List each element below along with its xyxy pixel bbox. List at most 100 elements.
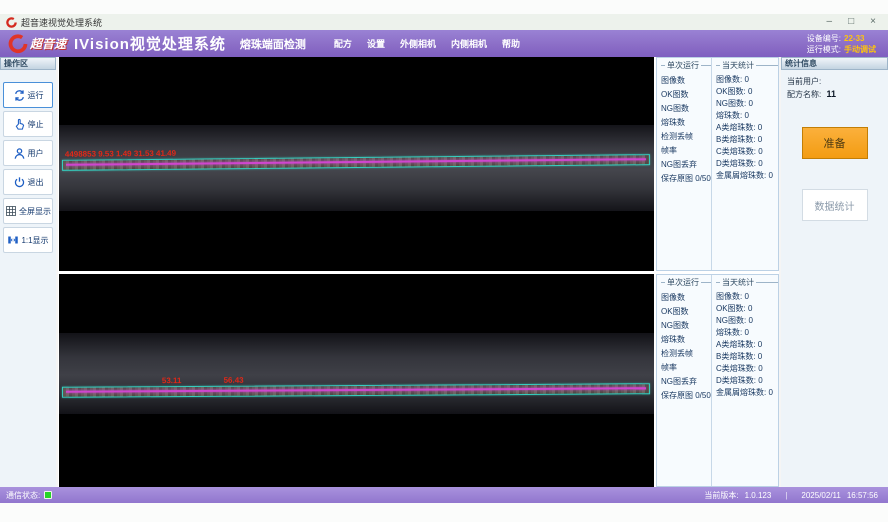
data-statistics-button[interactable]: 数据统计 <box>802 189 868 221</box>
today-header: 当天统计 <box>716 277 778 288</box>
operation-panel-title: 操作区 <box>0 57 56 70</box>
single-run-stats: 单次运行 图像数OK图数NG图数熔珠数检测丢帧帧率NG图丢弃保存原图 0/500 <box>657 58 711 270</box>
stat-row: D类熔珠数: 0 <box>716 158 778 170</box>
stat-row: 图像数: 0 <box>716 291 778 303</box>
stat-row: 熔珠数: 0 <box>716 327 778 339</box>
measurement-annotation: 53.11 <box>162 376 182 385</box>
statistics-column: 单次运行 图像数OK图数NG图数熔珠数检测丢帧帧率NG图丢弃保存原图 0/500… <box>656 57 779 487</box>
operation-buttons: 运行 停止 用户 <box>0 70 56 256</box>
device-no-value: 22-33 <box>844 34 864 43</box>
close-button[interactable]: × <box>870 15 876 29</box>
run-button[interactable]: 运行 <box>3 82 53 108</box>
hand-stop-icon <box>13 118 26 131</box>
fullscreen-grid-icon <box>5 205 17 217</box>
stat-row: 帧率 <box>661 144 711 158</box>
stat-row: OK图数: 0 <box>716 86 778 98</box>
stat-row: A类熔珠数: 0 <box>716 122 778 134</box>
one-to-one-button-label: 1:1显示 <box>21 235 48 246</box>
fullscreen-button[interactable]: 全屏显示 <box>3 198 53 224</box>
strip-centerline <box>66 159 646 167</box>
stat-row: 金属屑熔珠数: 0 <box>716 170 778 182</box>
status-separator: | <box>785 491 787 500</box>
stat-row: 熔珠数 <box>661 333 711 347</box>
stat-row: A类熔珠数: 0 <box>716 339 778 351</box>
comm-status-label: 通信状态: <box>6 490 40 501</box>
stat-row: 帧率 <box>661 361 711 375</box>
user-button-label: 用户 <box>28 148 44 159</box>
menu-item[interactable]: 帮助 <box>502 37 520 50</box>
stat-row: NG图数 <box>661 102 711 116</box>
app-header: 超音速 IVision视觉处理系统 熔珠端面检测 配方设置外侧相机内侧相机帮助 … <box>0 30 888 57</box>
run-mode-value: 手动调试 <box>844 45 876 54</box>
menu-item[interactable]: 配方 <box>334 37 352 50</box>
camera-viewports: 4498853 9.53 1.49 31.53 41.49 53.11 56.4… <box>58 57 656 487</box>
user-button[interactable]: 用户 <box>3 140 53 166</box>
menu-item[interactable]: 外侧相机 <box>400 37 436 50</box>
stat-row: NG图数: 0 <box>716 315 778 327</box>
inner-camera-view[interactable]: 53.11 56.43 <box>59 274 654 488</box>
info-rows: 当前用户: 配方名称: 11 <box>781 70 888 101</box>
run-button-label: 运行 <box>28 90 44 101</box>
stop-button-label: 停止 <box>28 119 44 130</box>
fullscreen-button-label: 全屏显示 <box>19 206 51 217</box>
maximize-button[interactable]: □ <box>848 15 854 29</box>
today-stats: 当天统计 图像数: 0OK图数: 0NG图数: 0熔珠数: 0A类熔珠数: 0B… <box>711 275 778 487</box>
single-run-header: 单次运行 <box>661 60 711 71</box>
stat-row: 图像数: 0 <box>716 74 778 86</box>
info-panel: 统计信息 当前用户: 配方名称: 11 准备 数据统计 <box>779 57 888 487</box>
strip-centerline <box>66 387 646 393</box>
status-time: 16:57:56 <box>847 491 878 500</box>
run-mode-row: 运行模式:手动调试 <box>807 44 876 55</box>
stat-row: OK图数 <box>661 88 711 102</box>
minimize-button[interactable]: – <box>827 15 833 29</box>
os-titlebar: 超音速视觉处理系统 – □ × <box>0 14 888 30</box>
prepare-button[interactable]: 准备 <box>802 127 868 159</box>
stop-button[interactable]: 停止 <box>3 111 53 137</box>
menu-item[interactable]: 内侧相机 <box>451 37 487 50</box>
stat-row: NG图丢弃 <box>661 158 711 172</box>
menu-item[interactable]: 设置 <box>367 37 385 50</box>
stat-row: 金属屑熔珠数: 0 <box>716 387 778 399</box>
recipe-name-value: 11 <box>826 89 836 99</box>
stat-row: 图像数 <box>661 74 711 88</box>
stat-row: OK图数 <box>661 305 711 319</box>
stat-row: 检测丢帧 <box>661 347 711 361</box>
brand-logo-icon <box>8 34 28 54</box>
run-cycle-icon <box>13 89 26 102</box>
stat-row: NG图数: 0 <box>716 98 778 110</box>
stat-row: 熔珠数 <box>661 116 711 130</box>
today-stats: 当天统计 图像数: 0OK图数: 0NG图数: 0熔珠数: 0A类熔珠数: 0B… <box>711 58 778 270</box>
one-to-one-icon <box>7 234 19 246</box>
exit-button[interactable]: 退出 <box>3 169 53 195</box>
app-title: IVision视觉处理系统 <box>74 33 226 54</box>
stat-row: C类熔珠数: 0 <box>716 363 778 375</box>
app-logo-icon <box>6 17 17 28</box>
power-icon <box>13 176 26 189</box>
single-run-header: 单次运行 <box>661 277 711 288</box>
outer-camera-view[interactable]: 4498853 9.53 1.49 31.53 41.49 <box>59 57 654 271</box>
desktop-margin <box>0 0 888 14</box>
stat-row: B类熔珠数: 0 <box>716 134 778 146</box>
stat-row: NG图丢弃 <box>661 375 711 389</box>
run-mode-label: 运行模式: <box>807 45 841 54</box>
stat-row: C类熔珠数: 0 <box>716 146 778 158</box>
version-value: 1.0.123 <box>745 491 772 500</box>
app-subtitle: 熔珠端面检测 <box>240 36 306 52</box>
window-controls: – □ × <box>827 15 882 29</box>
stat-row: B类熔珠数: 0 <box>716 351 778 363</box>
measurement-annotation: 4498853 9.53 1.49 31.53 41.49 <box>65 149 176 159</box>
recipe-row: 配方名称: 11 <box>787 88 882 101</box>
inner-camera-stats: 单次运行 图像数OK图数NG图数熔珠数检测丢帧帧率NG图丢弃保存原图 0/500… <box>656 274 779 488</box>
single-run-stats: 单次运行 图像数OK图数NG图数熔珠数检测丢帧帧率NG图丢弃保存原图 0/500 <box>657 275 711 487</box>
window-title: 超音速视觉处理系统 <box>21 16 102 29</box>
one-to-one-button[interactable]: 1:1显示 <box>3 227 53 253</box>
status-date: 2025/02/11 <box>801 491 840 500</box>
user-icon <box>13 147 26 160</box>
stat-row: 图像数 <box>661 291 711 305</box>
measurement-annotation: 56.43 <box>224 375 244 384</box>
outer-camera-stats: 单次运行 图像数OK图数NG图数熔珠数检测丢帧帧率NG图丢弃保存原图 0/500… <box>656 57 779 271</box>
status-right: 当前版本: 1.0.123 | 2025/02/11 16:57:56 <box>704 490 882 501</box>
today-header: 当天统计 <box>716 60 778 71</box>
device-no-row: 设备编号:22-33 <box>807 33 876 44</box>
stat-row: NG图数 <box>661 319 711 333</box>
